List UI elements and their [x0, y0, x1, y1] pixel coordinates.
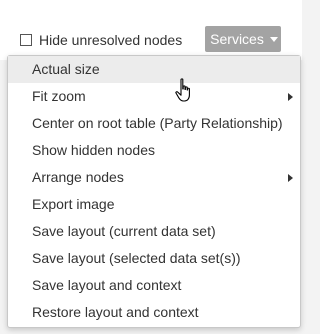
toolbar-panel: Hide unresolved nodes Services [0, 0, 302, 60]
services-button[interactable]: Services [205, 26, 281, 52]
menu-item-show-hidden-nodes[interactable]: Show hidden nodes [8, 137, 300, 164]
menu-item-label: Save layout and context [32, 277, 182, 293]
scroll-gutter [302, 0, 309, 334]
menu-item-actual-size[interactable]: Actual size [8, 56, 300, 83]
hide-unresolved-label: Hide unresolved nodes [39, 32, 183, 48]
menu-item-label: Export image [32, 196, 115, 212]
menu-item-arrange-nodes[interactable]: Arrange nodes [8, 164, 300, 191]
menu-item-label: Save layout (current data set) [32, 223, 216, 239]
menu-item-export-image[interactable]: Export image [8, 191, 300, 218]
menu-item-save-layout-current[interactable]: Save layout (current data set) [8, 218, 300, 245]
menu-item-label: Center on root table (Party Relationship… [32, 115, 283, 131]
menu-item-label: Show hidden nodes [32, 142, 155, 158]
chevron-right-icon [288, 93, 293, 101]
menu-item-label: Restore layout and context [32, 304, 199, 320]
hide-unresolved-toggle[interactable]: Hide unresolved nodes [20, 32, 182, 48]
services-button-label: Services [210, 31, 264, 47]
menu-item-label: Save layout (selected data set(s)) [32, 250, 241, 266]
menu-item-save-layout-and-context[interactable]: Save layout and context [8, 272, 300, 299]
services-dropdown-menu: Actual size Fit zoom Center on root tabl… [7, 55, 301, 328]
menu-item-center-on-root-table[interactable]: Center on root table (Party Relationship… [8, 110, 300, 137]
caret-down-icon [269, 37, 278, 42]
menu-item-label: Actual size [32, 61, 100, 77]
menu-item-save-layout-selected[interactable]: Save layout (selected data set(s)) [8, 245, 300, 272]
page: Hide unresolved nodes Services Actual si… [0, 0, 309, 334]
menu-item-label: Fit zoom [32, 88, 86, 104]
menu-item-fit-zoom[interactable]: Fit zoom [8, 83, 300, 110]
hide-unresolved-checkbox[interactable] [20, 34, 32, 46]
chevron-right-icon [288, 174, 293, 182]
menu-item-restore-layout-and-context[interactable]: Restore layout and context [8, 299, 300, 326]
menu-item-label: Arrange nodes [32, 169, 124, 185]
